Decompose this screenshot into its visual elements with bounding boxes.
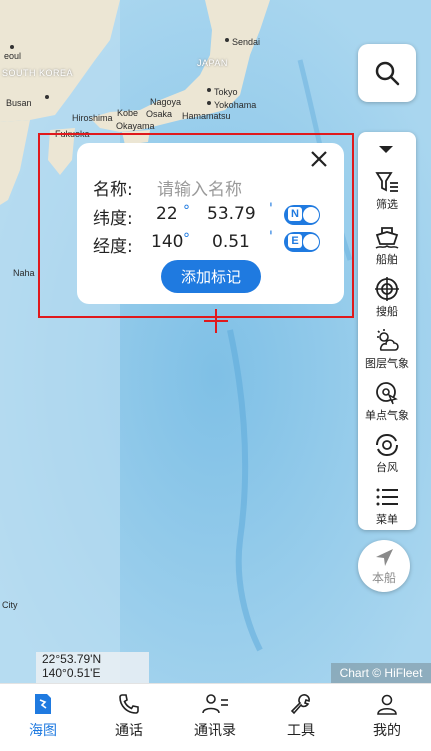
map-label-osaka: Osaka <box>146 109 173 119</box>
map-label-tokyo: Tokyo <box>214 87 238 97</box>
longitude-hemisphere-toggle[interactable]: E <box>284 232 320 252</box>
degree-symbol: ° <box>183 231 190 247</box>
copyright-notice: Chart © HiFleet <box>331 663 431 683</box>
weather-layer-icon <box>377 329 399 351</box>
map-label-korea: SOUTH KOREA <box>2 68 74 78</box>
search-button[interactable] <box>358 44 416 102</box>
tool-label: 船舶 <box>376 253 398 266</box>
profile-icon <box>377 694 397 715</box>
tab-label: 我的 <box>373 723 401 739</box>
hemisphere-letter: N <box>288 207 302 221</box>
tab-tools[interactable]: 工具 <box>258 692 344 740</box>
navigation-arrow-icon <box>376 548 393 566</box>
tool-filter[interactable]: 筛选 <box>358 169 416 212</box>
latitude-readout: 22°53.79'N <box>42 652 102 666</box>
tool-typhoon[interactable]: 台风 <box>358 432 416 475</box>
minute-symbol: ' <box>269 201 273 217</box>
tool-weather-layer[interactable]: 图层气象 <box>358 328 416 371</box>
tools-icon <box>290 694 310 715</box>
map-label-sendai: Sendai <box>232 37 261 47</box>
tool-label: 菜单 <box>376 513 398 526</box>
map-label-naha: Naha <box>13 268 35 278</box>
tool-label: 图层气象 <box>365 357 409 370</box>
longitude-label: 经度: <box>93 237 133 257</box>
name-label: 名称: <box>93 180 133 200</box>
coordinate-readout: 22°53.79'N 140°0.51'E <box>36 652 149 683</box>
tab-label: 工具 <box>287 723 315 739</box>
own-ship-label: 本船 <box>371 570 396 585</box>
latitude-label: 纬度: <box>93 209 133 229</box>
latitude-degrees-input[interactable]: 22 <box>156 204 178 224</box>
minute-symbol: ' <box>269 229 273 245</box>
filter-icon <box>375 172 398 192</box>
latitude-hemisphere-toggle[interactable]: N <box>284 205 320 225</box>
tool-search-ship[interactable]: 搜船 <box>358 276 416 319</box>
tool-ships[interactable]: 船舶 <box>358 224 416 267</box>
city-dot <box>10 45 14 49</box>
city-dot <box>207 88 211 92</box>
toggle-knob <box>303 207 319 223</box>
point-weather-icon <box>376 382 398 405</box>
search-icon <box>375 61 400 86</box>
name-input[interactable]: 请输入名称 <box>157 175 242 200</box>
bottom-tab-bar: 海图 通话 通讯录 工具 我的 <box>0 683 431 751</box>
typhoon-icon <box>376 434 398 456</box>
ship-icon <box>375 227 399 249</box>
tab-contacts[interactable]: 通讯录 <box>172 692 258 740</box>
longitude-minutes-input[interactable]: 0.51 <box>212 232 250 252</box>
collapse-toolbar-icon[interactable] <box>379 146 393 153</box>
tool-point-weather[interactable]: 单点气象 <box>358 380 416 423</box>
map-label-city: City <box>2 600 18 610</box>
city-dot <box>207 101 211 105</box>
phone-icon <box>119 694 139 714</box>
map-label-seoul: eoul <box>4 51 22 61</box>
hemisphere-letter: E <box>288 234 302 248</box>
toggle-knob <box>303 234 319 250</box>
map-label-nagoya: Nagoya <box>150 97 182 107</box>
map-label-japan: JAPAN <box>197 58 228 68</box>
map-label-hamamatsu: Hamamatsu <box>182 111 231 121</box>
tab-label: 海图 <box>29 723 57 739</box>
right-toolbar: 筛选 船舶 搜船 图层气象 单点气象 台风 菜单 <box>358 132 416 530</box>
crosshair-marker <box>215 309 217 333</box>
tool-label: 台风 <box>376 461 398 474</box>
contacts-icon <box>202 694 228 714</box>
menu-icon <box>376 488 398 506</box>
close-icon[interactable] <box>308 148 330 170</box>
tab-chart[interactable]: 海图 <box>0 692 86 740</box>
target-icon <box>375 277 399 301</box>
tab-profile[interactable]: 我的 <box>344 692 430 740</box>
tab-calls[interactable]: 通话 <box>86 692 172 740</box>
map-label-hiroshima: Hiroshima <box>72 113 113 123</box>
city-dot <box>45 95 49 99</box>
chart-map-icon <box>35 694 51 714</box>
map-label-kobe: Kobe <box>117 108 139 118</box>
latitude-minutes-input[interactable]: 53.79 <box>207 204 256 224</box>
tool-menu[interactable]: 菜单 <box>358 484 416 527</box>
map-label-yokohama: Yokohama <box>214 100 257 110</box>
city-dot <box>225 38 229 42</box>
add-marker-dialog: 名称: 请输入名称 纬度: 22 ° 53.79 ' N 经度: 140 ° 0… <box>77 143 344 304</box>
tool-label: 筛选 <box>376 198 398 211</box>
degree-symbol: ° <box>183 203 190 219</box>
map-label-busan: Busan <box>6 98 32 108</box>
longitude-degrees-input[interactable]: 140 <box>151 232 183 252</box>
tool-label: 搜船 <box>376 305 398 318</box>
tab-label: 通话 <box>115 723 143 739</box>
own-ship-button[interactable]: 本船 <box>358 540 410 592</box>
map-label-okayama: Okayama <box>116 121 155 131</box>
add-marker-button[interactable]: 添加标记 <box>161 260 261 293</box>
tab-label: 通讯录 <box>194 723 236 739</box>
tool-label: 单点气象 <box>365 409 409 422</box>
longitude-readout: 140°0.51'E <box>42 666 101 680</box>
